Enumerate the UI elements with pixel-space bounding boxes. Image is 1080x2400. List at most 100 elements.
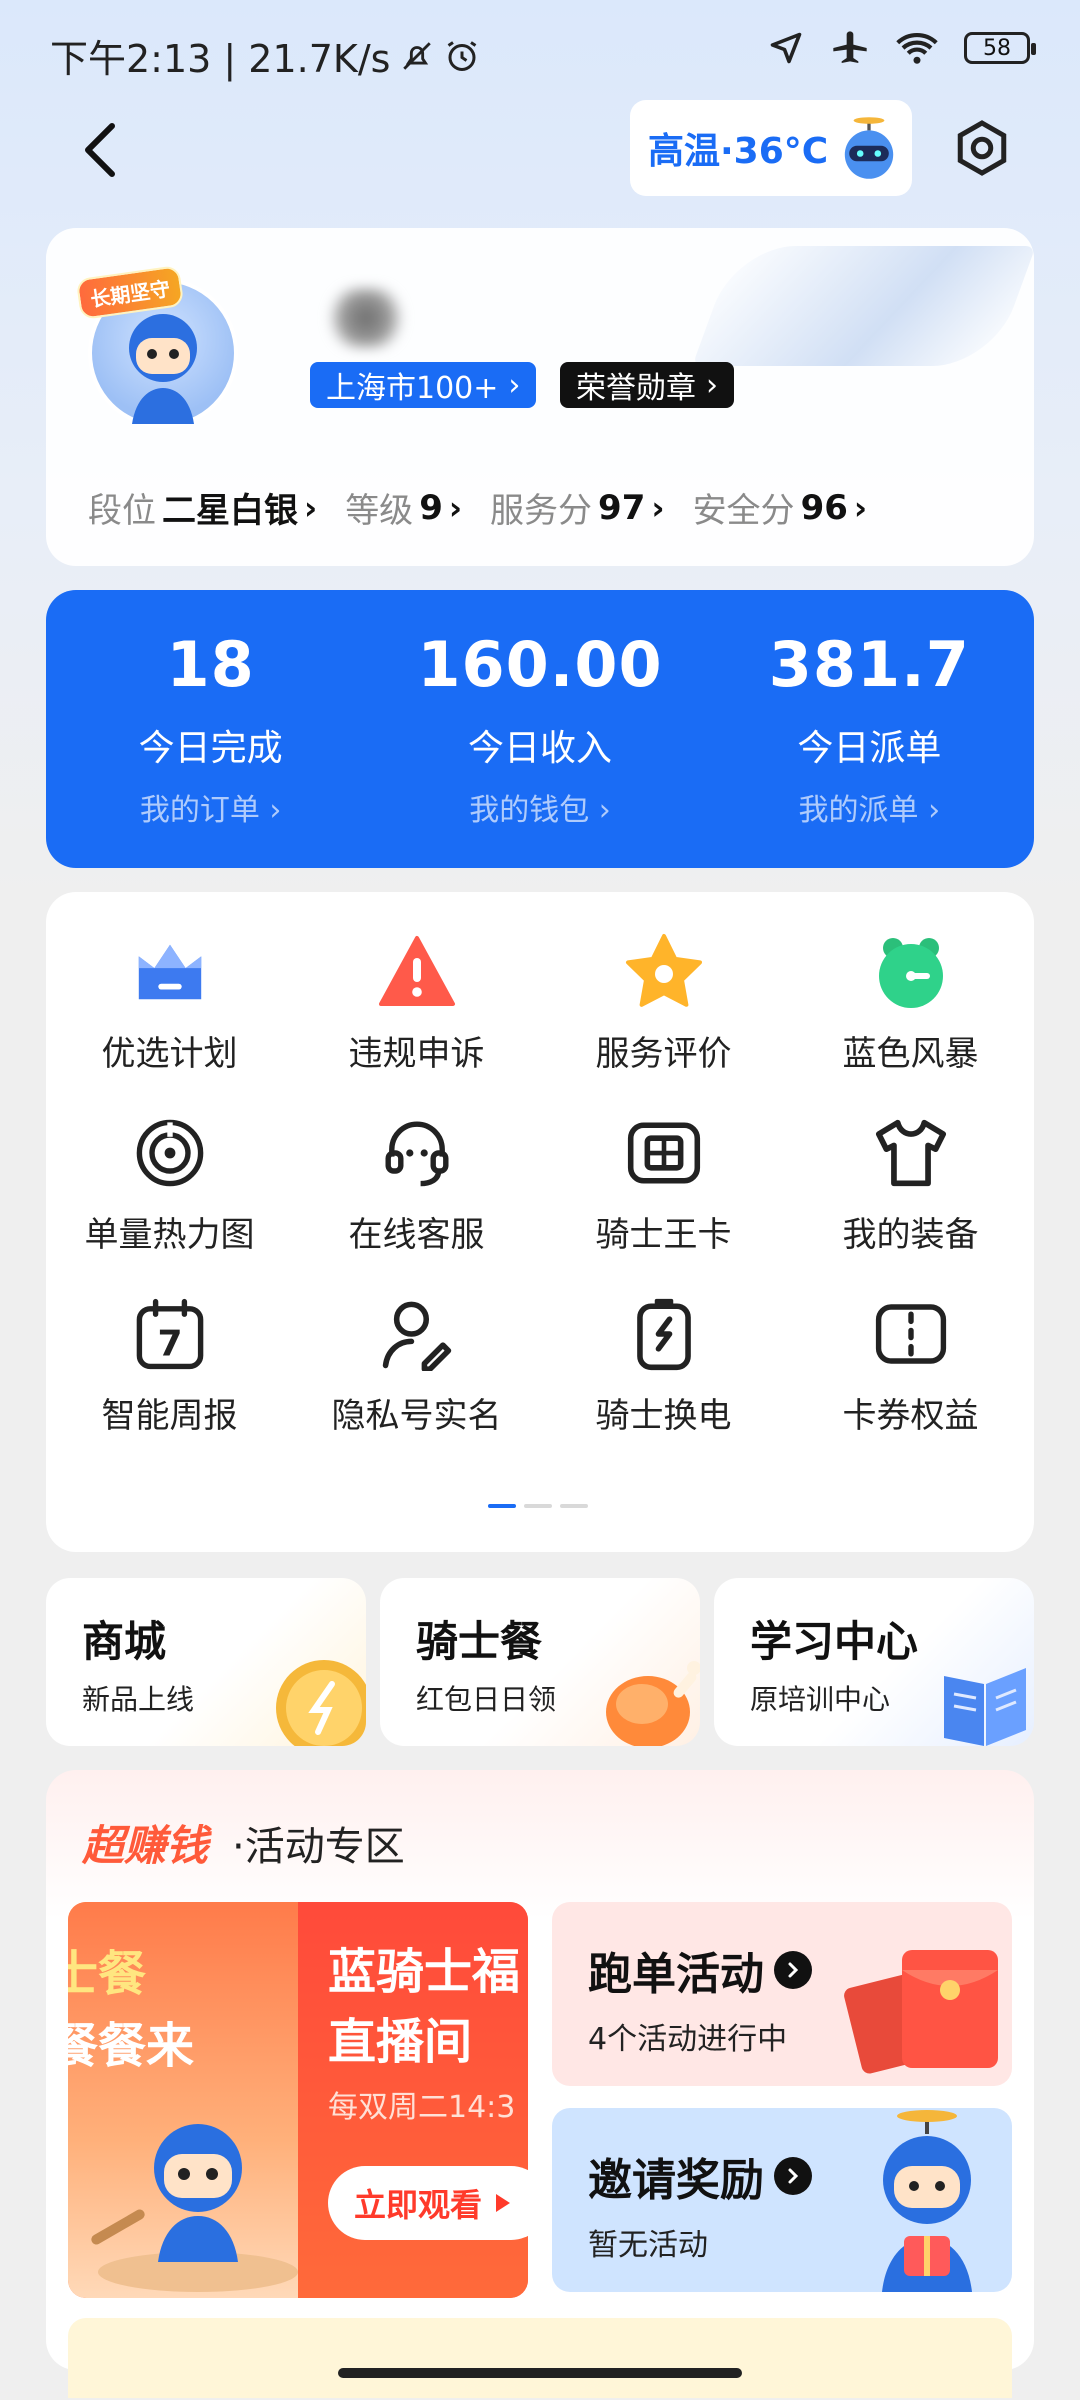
learning-center-card[interactable]: 学习中心 原培训中心 bbox=[714, 1578, 1034, 1746]
stat-value: 9 bbox=[419, 487, 443, 528]
today-completed[interactable]: 18 今日完成 我的订单 › bbox=[46, 590, 375, 868]
battery-level: 58 bbox=[983, 35, 1011, 61]
honor-medal-tag[interactable]: 荣誉勋章 › bbox=[560, 362, 734, 408]
robot-mascot-icon bbox=[845, 117, 894, 179]
stat-value: 二星白银 bbox=[162, 491, 298, 531]
gift-mascot-icon bbox=[882, 2110, 972, 2292]
next-section-peek bbox=[68, 2318, 1012, 2398]
tool-item[interactable]: 在线客服 bbox=[293, 1113, 540, 1256]
red-envelope-icon bbox=[844, 1950, 998, 2074]
mall-card[interactable]: 商城 新品上线 bbox=[46, 1578, 366, 1746]
city-tag-label: 上海市100+ bbox=[326, 371, 499, 406]
stat-level[interactable]: 等级 9 › bbox=[345, 483, 462, 532]
stat-service-score[interactable]: 服务分 97 › bbox=[490, 483, 665, 532]
user-privacy-icon bbox=[377, 1294, 457, 1374]
tool-label: 骑士王卡 bbox=[595, 1215, 732, 1255]
arrow-right-icon bbox=[774, 2157, 812, 2195]
shortcut-subtitle: 新品上线 bbox=[82, 1683, 195, 1716]
shortcut-title: 骑士餐 bbox=[416, 1617, 543, 1666]
today-link[interactable]: 我的订单 › bbox=[140, 785, 282, 829]
invite-reward-tile[interactable]: 邀请奖励 暂无活动 bbox=[552, 2108, 1012, 2292]
tool-item[interactable]: 骑士王卡 bbox=[540, 1113, 787, 1256]
tool-item[interactable]: 蓝色风暴 bbox=[787, 932, 1034, 1075]
running-activity-tile[interactable]: 跑单活动 4个活动进行中 bbox=[552, 1902, 1012, 2086]
tool-item[interactable]: 隐私号实名 bbox=[293, 1294, 540, 1437]
page-dot bbox=[524, 1504, 552, 1508]
settings-button[interactable] bbox=[946, 112, 1018, 184]
tool-label: 我的装备 bbox=[842, 1215, 979, 1255]
back-button[interactable] bbox=[70, 110, 130, 190]
today-dispatch[interactable]: 381.7 今日派单 我的派单 › bbox=[705, 590, 1034, 868]
calendar-icon: 7 bbox=[130, 1294, 210, 1374]
tile-title: 邀请奖励 bbox=[588, 2155, 764, 2206]
heatmap-icon bbox=[130, 1113, 210, 1193]
activity-brand: 超赚钱 bbox=[82, 1821, 209, 1870]
banner-left-line2: 餐餐来 bbox=[68, 2018, 195, 2074]
alarm-icon bbox=[448, 40, 477, 71]
decorative-swoosh bbox=[692, 246, 1034, 366]
chevron-right-icon: › bbox=[706, 367, 718, 403]
today-link-label: 我的钱包 bbox=[469, 793, 590, 828]
banner-right-line1: 蓝骑士福 bbox=[328, 1944, 521, 2000]
watch-now-button[interactable]: 立即观看 bbox=[328, 2166, 528, 2240]
stat-rank[interactable]: 段位 二星白银 › bbox=[88, 483, 317, 532]
tool-item[interactable]: 卡券权益 bbox=[787, 1294, 1034, 1437]
tool-item[interactable]: 骑士换电 bbox=[540, 1294, 787, 1437]
stat-value: 97 bbox=[598, 487, 646, 528]
sim-card-icon bbox=[624, 1113, 704, 1193]
city-tag[interactable]: 上海市100+ › bbox=[310, 362, 537, 408]
tool-item[interactable]: 违规申诉 bbox=[293, 932, 540, 1075]
activity-title: ·活动专区 bbox=[232, 1824, 405, 1870]
today-link[interactable]: 我的钱包 › bbox=[469, 785, 611, 829]
weather-pill[interactable]: 高温·36°C bbox=[630, 100, 912, 196]
tool-item[interactable]: 我的装备 bbox=[787, 1113, 1034, 1256]
tool-item[interactable]: 优选计划 bbox=[46, 932, 293, 1075]
battery-indicator: 58 bbox=[964, 32, 1036, 64]
shortcut-subtitle: 红包日日领 bbox=[416, 1683, 557, 1716]
stat-value: 96 bbox=[800, 487, 848, 528]
banner-meal-panel: 士餐 餐餐来 bbox=[68, 1902, 298, 2298]
banner-right-line2: 直播间 bbox=[328, 2014, 473, 2070]
warning-icon bbox=[377, 932, 457, 1012]
status-bar: 下午2:13 | 21.7K/s 58 bbox=[0, 0, 1080, 100]
activity-banner[interactable]: 士餐 餐餐来 蓝骑士福 直播间 每双周二14:3 立即观看 bbox=[68, 1902, 528, 2298]
svg-text:7: 7 bbox=[157, 1324, 182, 1365]
battery-swap-icon bbox=[624, 1294, 704, 1374]
tool-item[interactable]: 服务评价 bbox=[540, 932, 787, 1075]
page-indicator bbox=[488, 1504, 588, 1508]
stat-label: 段位 bbox=[88, 491, 156, 531]
today-link-label: 我的订单 bbox=[139, 793, 260, 828]
tile-subtitle: 暂无活动 bbox=[588, 2228, 708, 2263]
tool-item[interactable]: 7 智能周报 bbox=[46, 1294, 293, 1437]
tool-item[interactable]: 单量热力图 bbox=[46, 1113, 293, 1256]
clock-icon bbox=[871, 932, 951, 1012]
chevron-right-icon: › bbox=[853, 488, 868, 527]
today-number: 18 bbox=[166, 628, 255, 701]
today-link[interactable]: 我的派单 › bbox=[799, 785, 941, 829]
weather-text: 高温·36°C bbox=[648, 131, 829, 172]
tools-grid: 优选计划 违规申诉 服务评价 蓝色风暴 单量热力图 在线客服 骑士王卡 我的装备… bbox=[46, 932, 1034, 1437]
today-number: 381.7 bbox=[768, 628, 970, 701]
today-income[interactable]: 160.00 今日收入 我的钱包 › bbox=[375, 590, 704, 868]
bell-off-icon bbox=[403, 41, 432, 70]
stat-label: 等级 bbox=[345, 491, 414, 531]
today-number: 160.00 bbox=[417, 628, 663, 701]
watch-now-label: 立即观看 bbox=[354, 2186, 483, 2224]
chevron-left-icon bbox=[85, 123, 115, 177]
page-dot-active bbox=[488, 1504, 516, 1508]
chevron-right-icon: › bbox=[304, 488, 318, 527]
coupon-icon bbox=[871, 1294, 951, 1374]
shortcut-title: 学习中心 bbox=[750, 1617, 919, 1666]
rider-meal-card[interactable]: 骑士餐 红包日日领 bbox=[380, 1578, 700, 1746]
home-indicator[interactable] bbox=[338, 2368, 742, 2378]
tool-label: 在线客服 bbox=[348, 1215, 485, 1255]
page-dot bbox=[560, 1504, 588, 1508]
status-time-speed: 下午2:13 | 21.7K/s bbox=[50, 37, 391, 81]
headset-icon bbox=[377, 1113, 457, 1193]
banner-right-line3: 每双周二14:3 bbox=[328, 2090, 516, 2125]
airplane-icon bbox=[833, 31, 867, 63]
chevron-right-icon: › bbox=[448, 488, 463, 527]
stat-label: 安全分 bbox=[692, 491, 795, 531]
stat-label: 服务分 bbox=[490, 491, 593, 531]
stat-safety-score[interactable]: 安全分 96 › bbox=[693, 483, 868, 532]
